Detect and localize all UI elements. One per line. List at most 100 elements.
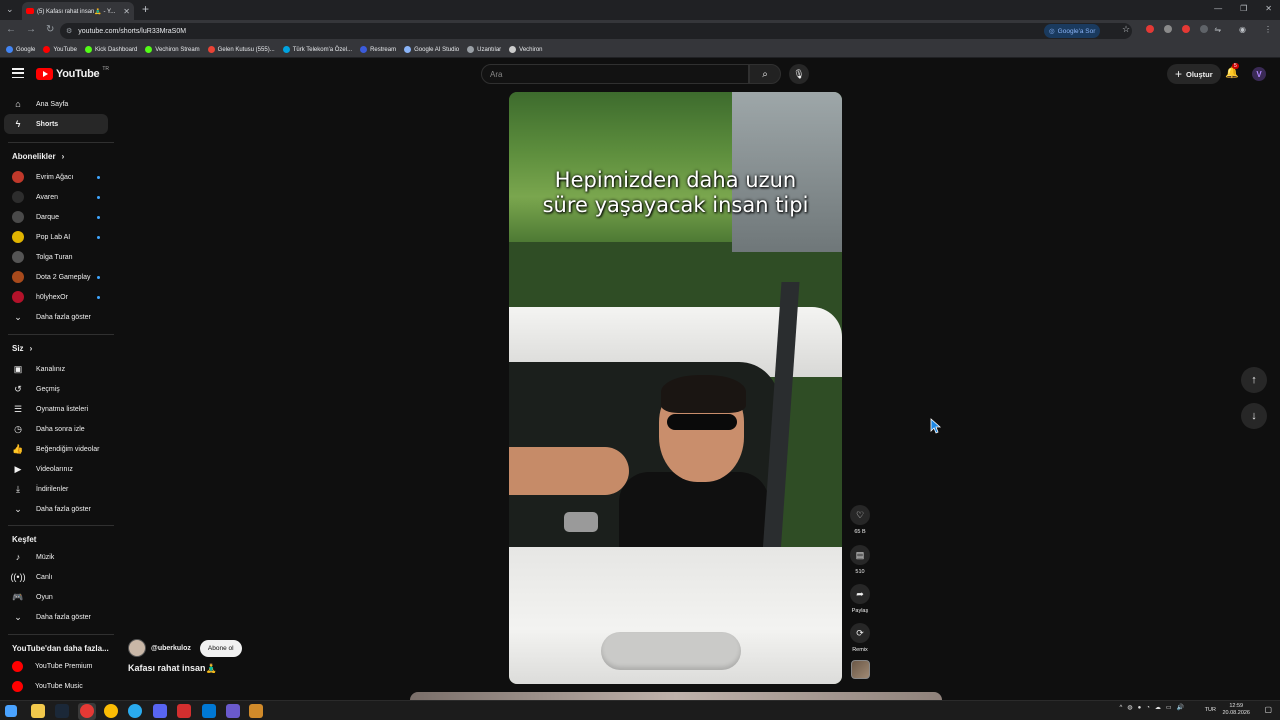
bookmark-item[interactable]: Gelen Kutusu (555)... xyxy=(207,46,275,53)
media-icon[interactable]: ⇋ xyxy=(1214,25,1221,34)
mic-icon[interactable]: ● xyxy=(1138,705,1142,711)
sidebar-item-youtube-premium[interactable]: YouTube Premium xyxy=(4,656,108,676)
sidebar-item-watch-later[interactable]: ◷ Daha sonra izle xyxy=(4,419,108,439)
sidebar-item-subscription[interactable]: Tolga Turan xyxy=(4,247,108,267)
sidebar-item-youtube-music[interactable]: YouTube Music xyxy=(4,676,108,696)
app-icon[interactable] xyxy=(249,704,263,718)
create-button[interactable]: + Oluştur xyxy=(1167,64,1221,84)
new-tab-button[interactable]: + xyxy=(142,2,149,16)
sidebar-item-shorts[interactable]: ϟ Shorts xyxy=(4,114,108,134)
app-icon[interactable] xyxy=(177,704,191,718)
bookmark-item[interactable]: Google AI Studio xyxy=(404,46,459,53)
bookmark-star-icon[interactable]: ☆ xyxy=(1122,24,1130,35)
channel-avatar[interactable] xyxy=(128,639,146,657)
like-button[interactable]: ♡ xyxy=(850,505,870,525)
sidebar-show-more-explore[interactable]: ⌄ Daha fazla göster xyxy=(4,607,108,627)
sidebar-item-subscription[interactable]: Dota 2 Gameplay xyxy=(4,267,108,287)
bookmark-item[interactable]: Google xyxy=(6,46,35,53)
sidebar-show-more-you[interactable]: ⌄ Daha fazla göster xyxy=(4,499,108,519)
sound-thumbnail[interactable] xyxy=(851,660,870,679)
sidebar-item-subscription[interactable]: h0lyhexOr xyxy=(4,287,108,307)
bookmark-item[interactable]: Kick Dashboard xyxy=(84,46,137,53)
shorts-video-player[interactable]: Hepimizden daha uzun süre yaşayacak insa… xyxy=(509,92,842,684)
notification-center-icon[interactable]: ▢ xyxy=(1264,705,1272,714)
browser-tab-active[interactable]: (5) Kafası rahat insan🧘‍♂️ - Y... ✕ xyxy=(22,2,134,20)
file-explorer-icon[interactable] xyxy=(31,704,45,718)
vscode-icon[interactable] xyxy=(202,704,216,718)
sidebar-item-your-channel[interactable]: ▣ Kanalınız xyxy=(4,359,108,379)
sidebar-item-music[interactable]: ♪ Müzik xyxy=(4,547,108,567)
back-icon[interactable]: ← xyxy=(6,24,16,35)
share-button[interactable]: ➦ xyxy=(850,584,870,604)
avatar[interactable]: V xyxy=(1252,67,1266,81)
sidebar-item-downloads[interactable]: ⤓ İndirilenler xyxy=(4,479,108,499)
short-title[interactable]: Kafası rahat insan🧘‍♂️ xyxy=(128,663,217,674)
comments-button[interactable]: ▤ xyxy=(850,545,870,565)
bookmark-item[interactable]: YouTube xyxy=(43,46,77,53)
bookmark-item[interactable]: Restream xyxy=(360,46,396,53)
cloud-icon[interactable]: ☁ xyxy=(1155,704,1161,711)
notifications-button[interactable]: 🔔 5 xyxy=(1225,63,1239,79)
voice-search-button[interactable]: 🎙 xyxy=(789,64,809,84)
bookmark-item[interactable]: Uzantılar xyxy=(467,46,501,53)
tab-search-icon[interactable]: ⌄ xyxy=(6,4,14,15)
bookmark-item[interactable]: Türk Telekom'a Özel... xyxy=(282,46,352,53)
menu-kebab-icon[interactable]: ⋮ xyxy=(1264,25,1272,34)
sidebar-item-subscription[interactable]: Pop Lab AI xyxy=(4,227,108,247)
puzzle-icon[interactable] xyxy=(1200,25,1208,33)
sidebar-item-your-videos[interactable]: ▶ Videolarınız xyxy=(4,459,108,479)
steam-icon[interactable] xyxy=(55,704,69,718)
sidebar-item-subscription[interactable]: Avaren xyxy=(4,187,108,207)
next-short-button[interactable]: ↓ xyxy=(1241,403,1267,429)
minimize-icon[interactable]: — xyxy=(1214,4,1222,13)
tab-close-icon[interactable]: ✕ xyxy=(123,7,130,16)
address-bar[interactable]: ⚙ youtube.com/shorts/luR33MraS0M xyxy=(60,23,1132,39)
extension-icon[interactable] xyxy=(1164,25,1172,33)
you-heading[interactable]: Siz › xyxy=(12,344,32,353)
channel-handle[interactable]: @uberkuloz xyxy=(151,645,191,652)
search-button[interactable]: ⌕ xyxy=(749,64,781,84)
sidebar-item-history[interactable]: ↺ Geçmiş xyxy=(4,379,108,399)
opera-icon[interactable] xyxy=(80,704,94,718)
sidebar-item-playlists[interactable]: ☰ Oynatma listeleri xyxy=(4,399,108,419)
remix-button[interactable]: ⟳ xyxy=(850,623,870,643)
sidebar-item-subscription[interactable]: Evrim Ağacı xyxy=(4,167,108,187)
site-info-icon[interactable]: ⚙ xyxy=(66,27,72,35)
sidebar-item-live[interactable]: ((•)) Canlı xyxy=(4,567,108,587)
reload-icon[interactable]: ↻ xyxy=(46,24,54,35)
app-icon[interactable] xyxy=(226,704,240,718)
youtube-logo[interactable]: YouTube TR xyxy=(36,66,109,80)
previous-short-button[interactable]: ↑ xyxy=(1241,367,1267,393)
volume-icon[interactable]: 🔊 xyxy=(1177,704,1184,711)
sidebar-item-home[interactable]: ⌂ Ana Sayfa xyxy=(4,94,108,114)
wifi-icon[interactable]: ◔ xyxy=(1146,705,1150,711)
discord-icon[interactable] xyxy=(153,704,167,718)
hamburger-menu-icon[interactable] xyxy=(12,68,24,78)
battery-icon[interactable]: ▭ xyxy=(1166,704,1172,711)
channel-avatar xyxy=(12,231,24,243)
profile-icon[interactable]: ◉ xyxy=(1239,25,1246,34)
bookmark-item[interactable]: Vechiron xyxy=(509,46,543,53)
sidebar-item-label: YouTube Premium xyxy=(35,662,93,670)
sidebar-item-liked-videos[interactable]: 👍 Beğendiğim videolar xyxy=(4,439,108,459)
extension-icon[interactable] xyxy=(1146,25,1154,33)
close-window-icon[interactable]: ✕ xyxy=(1265,4,1272,13)
maximize-icon[interactable]: ❐ xyxy=(1240,4,1247,13)
subscriptions-heading[interactable]: Abonelikler › xyxy=(12,152,64,161)
bookmark-item[interactable]: Vechiron Stream xyxy=(145,46,200,53)
sidebar-item-subscription[interactable]: Darque xyxy=(4,207,108,227)
sidebar-show-more-subscriptions[interactable]: ⌄ Daha fazla göster xyxy=(4,307,108,327)
extension-icon[interactable] xyxy=(1182,25,1190,33)
chevron-up-icon[interactable]: ^ xyxy=(1120,705,1123,711)
ask-google-button[interactable]: ◎ Google'a Sor xyxy=(1044,24,1101,38)
subscribe-button[interactable]: Abone ol xyxy=(199,639,242,657)
network-icon[interactable]: ◍ xyxy=(1127,704,1132,711)
search-input[interactable]: Ara xyxy=(481,64,749,84)
telegram-icon[interactable] xyxy=(128,704,142,718)
clock[interactable]: 12:59 20.08.2026 xyxy=(1222,703,1250,717)
chrome-icon[interactable] xyxy=(104,704,118,718)
sidebar-item-gaming[interactable]: 🎮 Oyun xyxy=(4,587,108,607)
forward-icon[interactable]: → xyxy=(26,24,36,35)
windows-start-icon[interactable] xyxy=(5,705,17,717)
language-indicator[interactable]: TUR xyxy=(1205,707,1216,713)
